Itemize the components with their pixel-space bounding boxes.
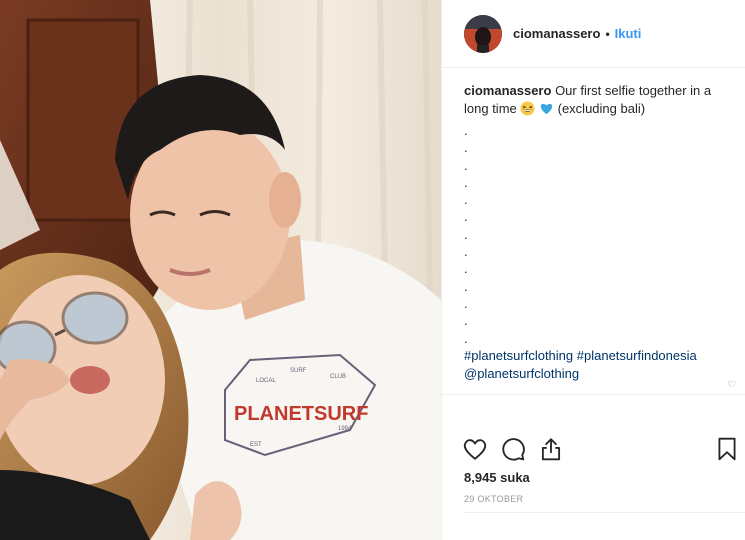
bottom-divider (464, 512, 745, 513)
actions-divider (442, 394, 745, 395)
caption-dot: . (464, 244, 468, 260)
hashtag-link[interactable]: #planetsurfindonesia (577, 348, 697, 363)
badge-est-text: EST (250, 442, 262, 448)
action-bar (462, 436, 742, 464)
caption-dot: . (464, 295, 468, 311)
blue-heart-icon (540, 103, 553, 115)
grinning-squinting-face-icon (520, 101, 535, 116)
avatar-image (464, 14, 502, 53)
follow-button[interactable]: Ikuti (615, 26, 642, 41)
share-icon[interactable] (538, 436, 564, 462)
header-separator: • (605, 26, 610, 41)
comment-icon[interactable] (500, 436, 526, 462)
caption-dot: . (464, 209, 468, 225)
heart-icon[interactable] (462, 436, 488, 462)
post-photo[interactable]: PLANETSURF SURF LOCAL CLUB EST 1994 (0, 0, 441, 540)
selfie-image: PLANETSURF SURF LOCAL CLUB EST 1994 (0, 0, 441, 540)
caption-dot: . (464, 330, 468, 346)
caption-username[interactable]: ciomanassero (464, 83, 551, 98)
caption-dot: . (464, 261, 468, 277)
avatar[interactable] (464, 14, 502, 53)
caption-dot: . (464, 174, 468, 190)
post-header: ciomanassero • Ikuti (442, 0, 745, 68)
caption-dot: . (464, 192, 468, 208)
post-sidebar: ciomanassero • Ikuti ciomanassero Our fi… (441, 0, 745, 540)
badge-left-text: LOCAL (256, 378, 276, 384)
badge-top-text: SURF (290, 368, 307, 374)
caption-dots: . . . . . . . . . . . . . (464, 122, 736, 347)
next-comment-peek: ♡ (464, 377, 736, 387)
caption-dot: . (464, 278, 468, 294)
caption-after-emoji: (excluding bali) (557, 101, 646, 116)
hashtag-link[interactable]: #planetsurfclothing (464, 348, 573, 363)
badge-year-text: 1994 (338, 426, 352, 432)
caption-dot: . (464, 140, 468, 156)
comment-like-icon[interactable]: ♡ (727, 377, 736, 387)
badge-right-text: CLUB (330, 374, 346, 380)
header-username[interactable]: ciomanassero (513, 26, 600, 41)
caption-dot: . (464, 226, 468, 242)
caption-dot: . (464, 123, 468, 138)
shirt-brand-text: PLANETSURF (234, 403, 368, 425)
caption-dot: . (464, 313, 468, 329)
post-date: 29 OKTOBER (464, 494, 524, 504)
caption-dot: . (464, 157, 468, 173)
likes-count[interactable]: 8,945 suka (464, 470, 530, 485)
comments-area[interactable]: ciomanassero Our first selfie together i… (464, 82, 736, 387)
caption: ciomanassero Our first selfie together i… (464, 82, 736, 118)
bookmark-icon[interactable] (714, 436, 740, 462)
